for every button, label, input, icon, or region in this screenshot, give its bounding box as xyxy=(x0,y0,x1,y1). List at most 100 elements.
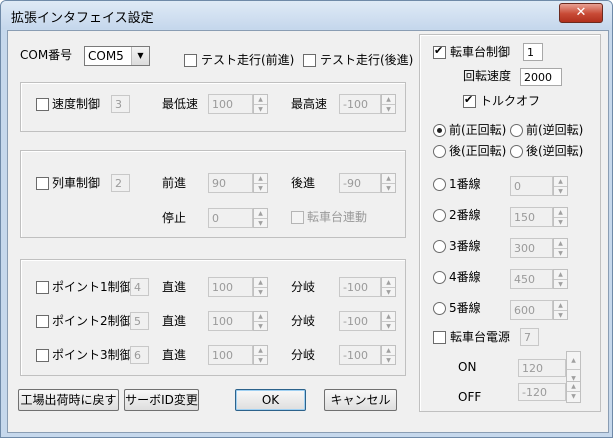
point3-branch-spinner[interactable]: ▲ ▼ xyxy=(381,345,396,365)
spin-down-icon[interactable]: ▼ xyxy=(254,321,267,331)
point1-checkbox[interactable] xyxy=(36,281,49,294)
spin-up-icon[interactable]: ▲ xyxy=(254,346,267,355)
point2-checkbox[interactable] xyxy=(36,315,49,328)
direction-radio-back-normal[interactable] xyxy=(433,145,446,158)
track-spinner-5[interactable]: ▲ ▼ xyxy=(553,300,568,320)
point2-branch-field[interactable]: -100 xyxy=(339,311,381,331)
spin-up-icon[interactable]: ▲ xyxy=(382,95,395,104)
spin-down-icon[interactable]: ▼ xyxy=(554,279,567,289)
point2-straight-spinner[interactable]: ▲ ▼ xyxy=(253,311,268,331)
spin-down-icon[interactable]: ▼ xyxy=(382,355,395,365)
cancel-button[interactable]: キャンセル xyxy=(324,389,397,411)
min-speed-field[interactable]: 100 xyxy=(208,94,253,114)
chevron-down-icon[interactable]: ▼ xyxy=(131,47,149,65)
spin-down-icon[interactable]: ▼ xyxy=(382,104,395,114)
spin-up-icon[interactable]: ▲ xyxy=(554,177,567,186)
backward-field[interactable]: -90 xyxy=(339,173,381,193)
track-spinner-2[interactable]: ▲ ▼ xyxy=(553,207,568,227)
track-spinner-4[interactable]: ▲ ▼ xyxy=(553,269,568,289)
spin-down-icon[interactable]: ▼ xyxy=(554,310,567,320)
track-field-2[interactable]: 150 xyxy=(510,207,553,227)
spin-up-icon[interactable]: ▲ xyxy=(254,312,267,321)
spin-up-icon[interactable]: ▲ xyxy=(567,382,580,391)
track-field-1[interactable]: 0 xyxy=(510,176,553,196)
spin-up-icon[interactable]: ▲ xyxy=(382,346,395,355)
track-radio-3[interactable] xyxy=(433,240,446,253)
spin-up-icon[interactable]: ▲ xyxy=(254,278,267,287)
spin-up-icon[interactable]: ▲ xyxy=(554,239,567,248)
track-radio-2[interactable] xyxy=(433,209,446,222)
point1-branch-field[interactable]: -100 xyxy=(339,277,381,297)
spin-down-icon[interactable]: ▼ xyxy=(254,218,267,228)
spin-up-icon[interactable]: ▲ xyxy=(254,174,267,183)
point3-checkbox[interactable] xyxy=(36,349,49,362)
speed-control-checkbox[interactable] xyxy=(36,98,49,111)
turntable-control-checkbox[interactable] xyxy=(433,44,446,59)
point2-id-field[interactable]: 5 xyxy=(130,312,149,330)
servo-id-change-button[interactable]: サーボID変更 xyxy=(124,389,199,411)
spin-down-icon[interactable]: ▼ xyxy=(382,287,395,297)
track-radio-5[interactable] xyxy=(433,302,446,315)
spin-down-icon[interactable]: ▼ xyxy=(254,104,267,114)
rotation-speed-field[interactable]: 2000 xyxy=(520,68,562,86)
spin-down-icon[interactable]: ▼ xyxy=(254,287,267,297)
spin-down-icon[interactable]: ▼ xyxy=(382,183,395,193)
spin-up-icon[interactable]: ▲ xyxy=(382,174,395,183)
power-off-field[interactable]: -120 xyxy=(518,383,566,401)
backward-spinner[interactable]: ▲ ▼ xyxy=(381,173,396,193)
point3-straight-spinner[interactable]: ▲ ▼ xyxy=(253,345,268,365)
max-speed-field[interactable]: -100 xyxy=(339,94,381,114)
point3-straight-field[interactable]: 100 xyxy=(208,345,253,365)
max-speed-spinner[interactable]: ▲ ▼ xyxy=(381,94,396,114)
track-spinner-3[interactable]: ▲ ▼ xyxy=(553,238,568,258)
point3-id-field[interactable]: 6 xyxy=(130,346,149,364)
spin-up-icon[interactable]: ▲ xyxy=(254,209,267,218)
spin-down-icon[interactable]: ▼ xyxy=(554,186,567,196)
point1-straight-spinner[interactable]: ▲ ▼ xyxy=(253,277,268,297)
train-id-field[interactable]: 2 xyxy=(111,174,130,192)
spin-up-icon[interactable]: ▲ xyxy=(382,278,395,287)
forward-spinner[interactable]: ▲ ▼ xyxy=(253,173,268,193)
spin-up-icon[interactable]: ▲ xyxy=(567,352,580,369)
point3-branch-field[interactable]: -100 xyxy=(339,345,381,365)
factory-reset-button[interactable]: 工場出荷時に戻す xyxy=(18,389,119,411)
direction-radio-front-reverse[interactable] xyxy=(510,124,523,137)
turntable-link-checkbox[interactable] xyxy=(291,211,304,224)
turntable-power-checkbox[interactable] xyxy=(433,331,446,344)
turntable-power-id-field[interactable]: 7 xyxy=(520,328,539,346)
spin-down-icon[interactable]: ▼ xyxy=(254,183,267,193)
train-control-checkbox[interactable] xyxy=(36,177,49,190)
spin-up-icon[interactable]: ▲ xyxy=(382,312,395,321)
track-field-3[interactable]: 300 xyxy=(510,238,553,258)
power-off-spinner[interactable]: ▲ ▼ xyxy=(566,381,581,403)
torque-off-checkbox[interactable] xyxy=(463,93,476,108)
point2-branch-spinner[interactable]: ▲ ▼ xyxy=(381,311,396,331)
point2-straight-field[interactable]: 100 xyxy=(208,311,253,331)
track-radio-1[interactable] xyxy=(433,178,446,191)
spin-down-icon[interactable]: ▼ xyxy=(554,217,567,227)
track-field-4[interactable]: 450 xyxy=(510,269,553,289)
spin-up-icon[interactable]: ▲ xyxy=(254,95,267,104)
turntable-id-field[interactable]: 1 xyxy=(523,43,543,61)
com-port-select[interactable]: COM5 ▼ xyxy=(84,46,150,66)
track-radio-4[interactable] xyxy=(433,271,446,284)
direction-radio-front-normal[interactable] xyxy=(433,124,446,137)
stop-spinner[interactable]: ▲ ▼ xyxy=(253,208,268,228)
point1-straight-field[interactable]: 100 xyxy=(208,277,253,297)
direction-radio-back-reverse[interactable] xyxy=(510,145,523,158)
speed-id-field[interactable]: 3 xyxy=(111,95,130,113)
track-field-5[interactable]: 600 xyxy=(510,300,553,320)
forward-field[interactable]: 90 xyxy=(208,173,253,193)
power-on-field[interactable]: 120 xyxy=(518,359,566,377)
spin-up-icon[interactable]: ▲ xyxy=(554,270,567,279)
test-run-forward-checkbox[interactable] xyxy=(184,54,197,67)
ok-button[interactable]: OK xyxy=(235,389,306,411)
spin-up-icon[interactable]: ▲ xyxy=(554,208,567,217)
point1-branch-spinner[interactable]: ▲ ▼ xyxy=(381,277,396,297)
close-button[interactable]: ✕ xyxy=(559,3,603,23)
stop-field[interactable]: 0 xyxy=(208,208,253,228)
spin-down-icon[interactable]: ▼ xyxy=(567,391,580,401)
spin-down-icon[interactable]: ▼ xyxy=(554,248,567,258)
min-speed-spinner[interactable]: ▲ ▼ xyxy=(253,94,268,114)
track-spinner-1[interactable]: ▲ ▼ xyxy=(553,176,568,196)
